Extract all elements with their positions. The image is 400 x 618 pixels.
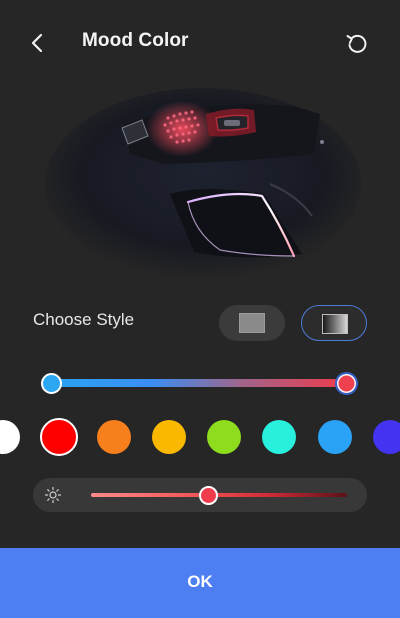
style-gradient-button[interactable] <box>301 305 367 341</box>
gradient-end-handle[interactable] <box>335 372 358 395</box>
chevron-left-icon <box>31 33 43 53</box>
solid-swatch-icon <box>239 313 265 333</box>
color-option[interactable] <box>40 418 78 456</box>
header: Mood Color <box>0 0 400 86</box>
gradient-start-handle[interactable] <box>41 373 62 394</box>
color-palette <box>0 418 400 456</box>
page-title: Mood Color <box>82 30 189 51</box>
color-option[interactable] <box>152 420 186 454</box>
style-solid-button[interactable] <box>219 305 285 341</box>
color-option[interactable] <box>0 420 20 454</box>
color-option[interactable] <box>207 420 241 454</box>
brightness-track <box>91 493 347 497</box>
back-button[interactable] <box>24 28 52 58</box>
sun-icon <box>44 486 62 504</box>
reset-button[interactable] <box>343 29 371 57</box>
color-option[interactable] <box>262 420 296 454</box>
color-option[interactable] <box>318 420 352 454</box>
color-option[interactable] <box>97 420 131 454</box>
brightness-handle[interactable] <box>199 486 219 505</box>
ok-button[interactable]: OK <box>0 548 400 618</box>
rotate-ccw-icon <box>346 34 367 53</box>
gradient-track <box>50 379 346 387</box>
style-label: Choose Style <box>33 310 135 329</box>
gradient-range-slider[interactable] <box>40 370 358 396</box>
brightness-slider[interactable] <box>33 478 367 512</box>
gradient-swatch-icon <box>322 314 348 334</box>
car-interior-preview <box>44 84 362 282</box>
color-option[interactable] <box>373 420 400 454</box>
